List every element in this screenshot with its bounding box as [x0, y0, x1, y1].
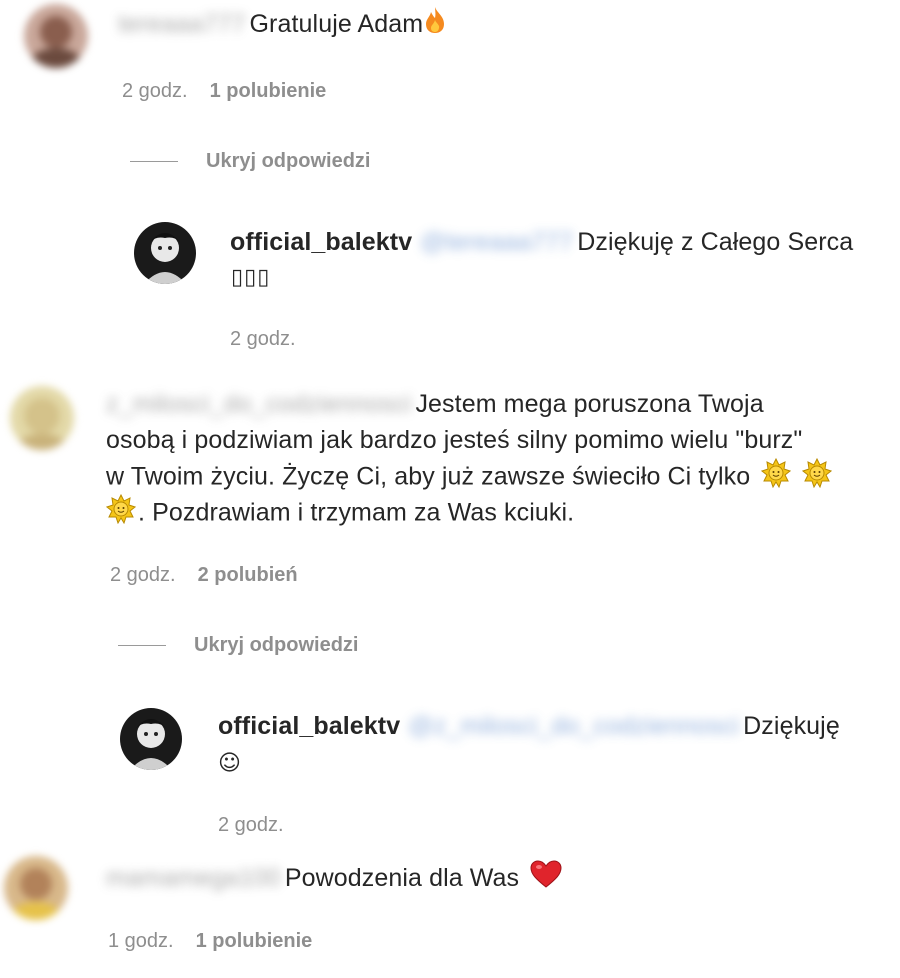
avatar[interactable]: [4, 856, 68, 920]
reply-text-line-1: official_balektv @tereaaa777 Dziękuję z Ca…: [230, 224, 853, 260]
sun-icon: [105, 493, 137, 534]
comment-text-line-3: w Twoim życiu. Życzę Ci, aby już zawsze …: [106, 457, 833, 498]
comment-text-line-1: z_milosci_do_codziennosci Jestem mega por…: [106, 386, 764, 422]
comment-username[interactable]: z_milosci_do_codziennosci: [106, 386, 411, 422]
hide-replies-label: Ukryj odpowiedzi: [194, 634, 359, 656]
hide-replies-button[interactable]: Ukryj odpowiedzi: [130, 150, 370, 173]
reply-text: Dziękuję z Całego Serca: [577, 228, 854, 256]
reply-meta: 2 godz.: [218, 814, 284, 837]
comment-text: Powodzenia dla Was: [284, 864, 520, 892]
comment-text-line-2: osobą i podziwiam jak bardzo jesteś siln…: [106, 426, 803, 454]
reply-text-line-2: ☺: [218, 751, 242, 776]
avatar[interactable]: [134, 222, 196, 284]
comment-text-line-4: . Pozdrawiam i trzymam za Was kciuki.: [105, 493, 575, 534]
comment-likes[interactable]: 1 polubienie: [196, 930, 313, 953]
comment-username[interactable]: tereaaa777: [118, 6, 246, 42]
comment-text-line: tereaaa777 Gratuluje Adam: [118, 6, 447, 44]
avatar[interactable]: [24, 4, 88, 68]
comment-time[interactable]: 2 godz.: [122, 80, 188, 103]
hide-replies-label: Ukryj odpowiedzi: [206, 150, 371, 172]
sun-icon: [761, 457, 792, 498]
reply-mention[interactable]: @tereaaa777: [420, 224, 573, 260]
comment-meta: 2 godz. 2 polubień: [110, 564, 298, 587]
sun-icon: [802, 457, 833, 498]
reply-username[interactable]: official_balektv: [218, 712, 400, 740]
comment-likes[interactable]: 1 polubienie: [210, 80, 327, 103]
avatar[interactable]: [10, 386, 74, 450]
reply-username[interactable]: official_balektv: [230, 228, 412, 256]
reply-text: Dziękuję: [743, 712, 840, 740]
comment-meta: 1 godz. 1 polubienie: [108, 930, 312, 953]
hide-replies-button[interactable]: Ukryj odpowiedzi: [118, 634, 358, 657]
reply-mention[interactable]: @z_milosci_do_codziennosci: [408, 708, 739, 744]
heart-icon: [530, 860, 562, 898]
comment-text-line: mamamega100 Powodzenia dla Was: [106, 860, 562, 898]
divider-line: [130, 161, 178, 162]
reply-meta: 2 godz.: [230, 328, 296, 351]
reply-time[interactable]: 2 godz.: [230, 328, 296, 351]
avatar[interactable]: [120, 708, 182, 770]
comment-text: Jestem mega poruszona Twoja: [415, 390, 764, 418]
comment-username[interactable]: mamamega100: [106, 860, 281, 896]
fire-icon: [423, 6, 447, 44]
comment-meta: 2 godz. 1 polubienie: [122, 80, 326, 103]
reply-time[interactable]: 2 godz.: [218, 814, 284, 837]
comment-text: w Twoim życiu. Życzę Ci, aby już zawsze …: [106, 462, 751, 491]
comment-time[interactable]: 2 godz.: [110, 564, 176, 587]
comment-text: . Pozdrawiam i trzymam za Was kciuki.: [138, 498, 575, 527]
comment-time[interactable]: 1 godz.: [108, 930, 174, 953]
divider-line: [118, 645, 166, 646]
reply-text-line-2: ▯▯▯: [231, 265, 271, 290]
comment-text: Gratuluje Adam: [249, 10, 424, 38]
reply-text-line-1: official_balektv @z_milosci_do_codziennos…: [218, 708, 840, 744]
comment-likes[interactable]: 2 polubień: [198, 564, 298, 587]
